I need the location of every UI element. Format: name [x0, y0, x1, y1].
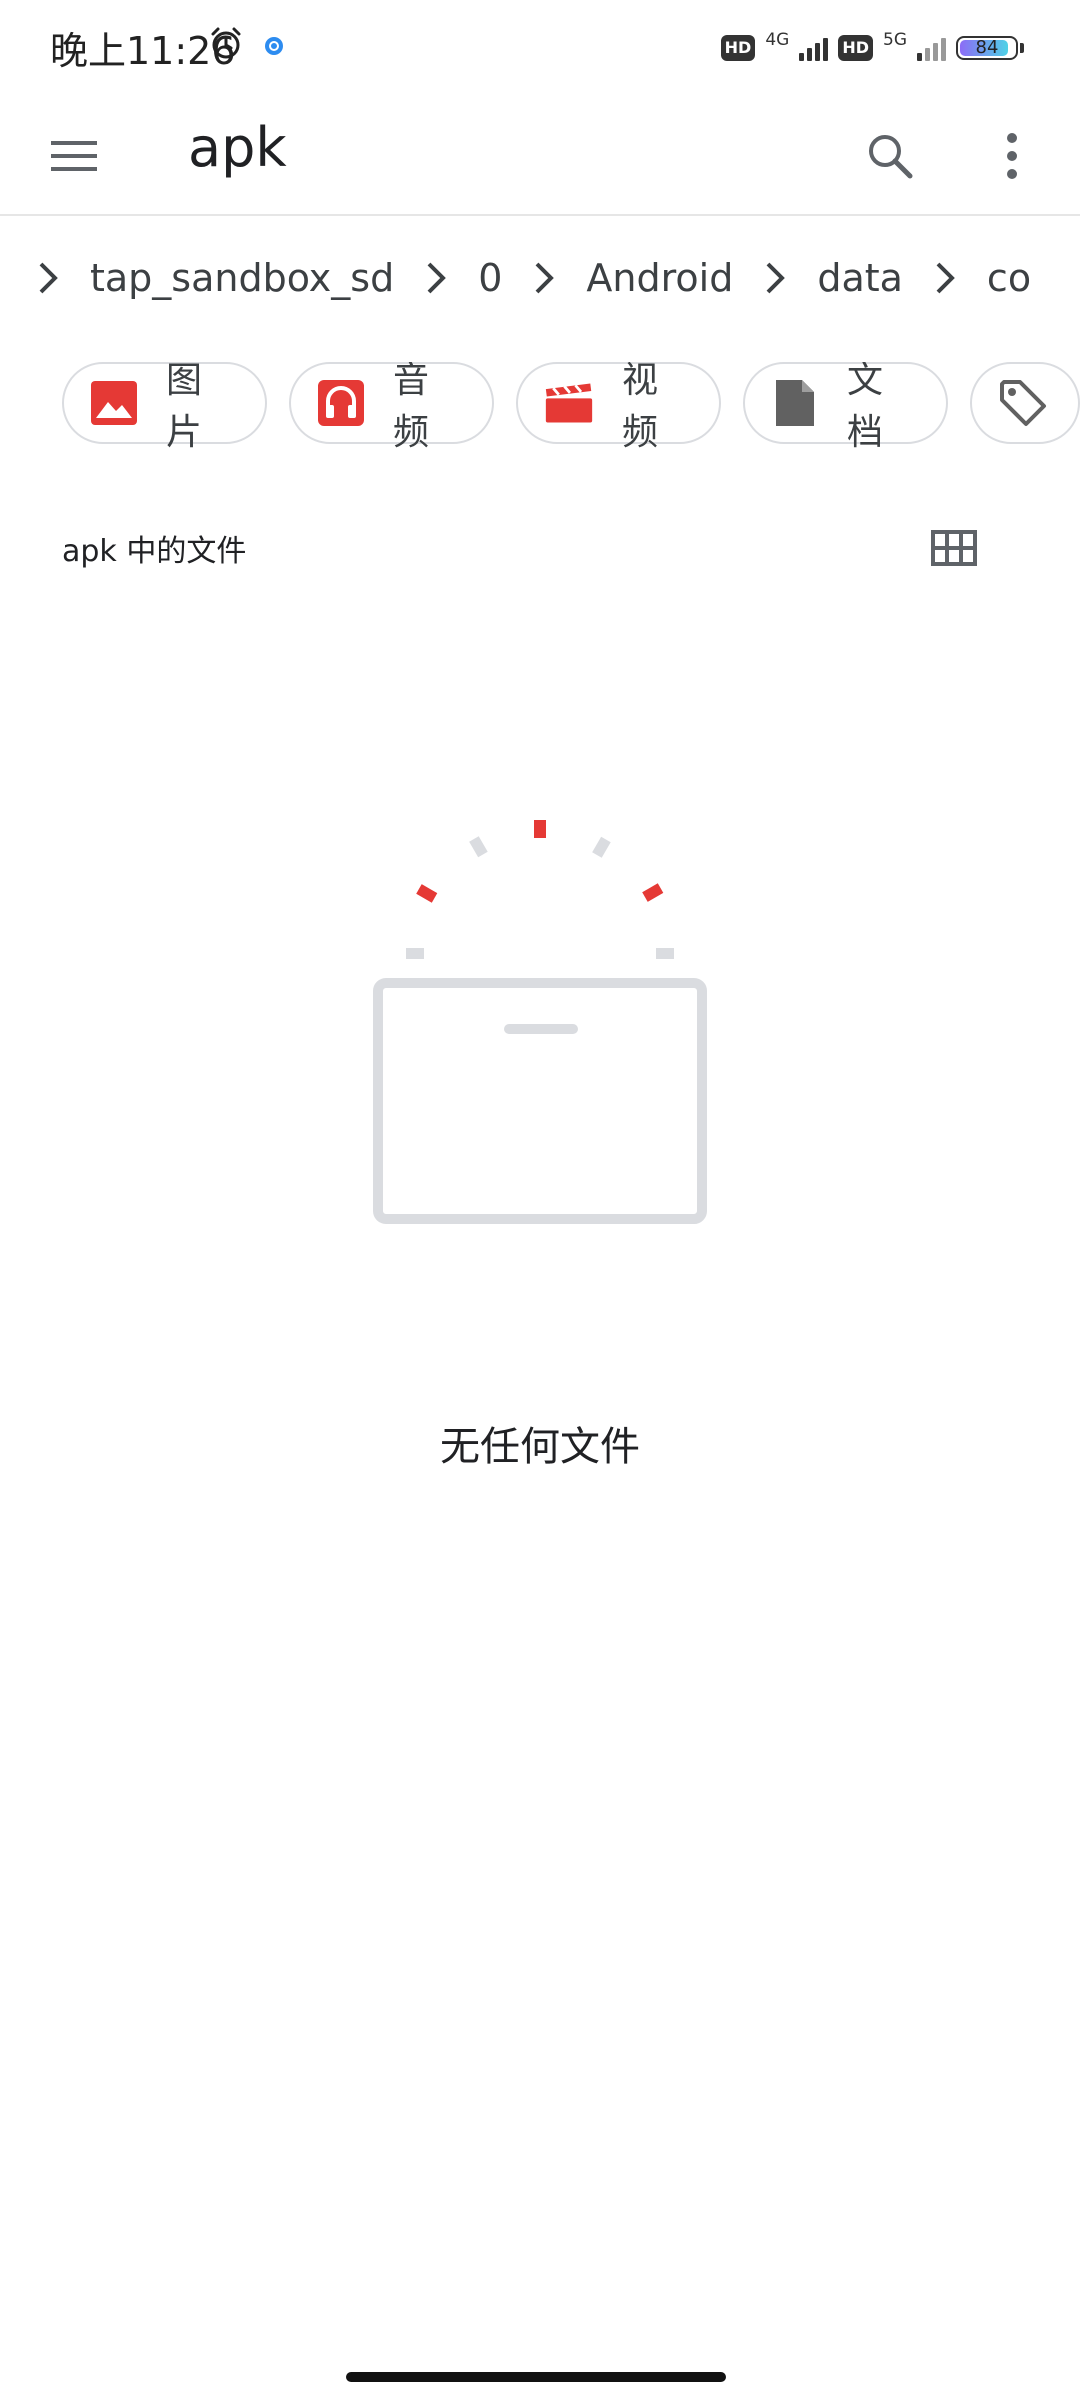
chip-images[interactable]: 图片 [62, 362, 267, 453]
more-options-button[interactable] [978, 122, 1046, 190]
chip-label: 图片 [166, 362, 203, 453]
breadcrumb-item-android[interactable]: Android [586, 252, 733, 304]
home-indicator[interactable] [346, 2372, 726, 2382]
chip-documents[interactable]: 文档 [743, 362, 948, 453]
clapperboard-icon [544, 378, 594, 428]
document-icon [771, 378, 819, 428]
chip-video[interactable]: 视频 [516, 362, 721, 453]
chevron-right-icon [416, 252, 456, 304]
chevron-right-icon [28, 252, 68, 304]
hd-badge: HD [838, 35, 873, 61]
chip-label: 音频 [393, 362, 430, 453]
search-icon [869, 135, 913, 179]
grid-view-icon [931, 530, 977, 566]
status-indicators: HD 4G HD 5G 84 [720, 28, 1024, 68]
hd-badge: HD [720, 35, 756, 61]
section-title: apk 中的文件 [62, 534, 247, 569]
more-vert-icon [1007, 133, 1017, 179]
search-button[interactable] [856, 122, 924, 190]
app-notification-dot-icon [265, 37, 283, 55]
breadcrumb-item-data[interactable]: data [817, 252, 903, 304]
network-type-label: 4G [765, 30, 790, 50]
status-bar: 晚上11:26 HD 4G HD 5G 84 [0, 0, 1080, 92]
chevron-right-icon [524, 252, 564, 304]
empty-folder-illustration [373, 820, 707, 1224]
chip-tags[interactable] [970, 362, 1080, 444]
empty-state-message: 无任何文件 [440, 1424, 640, 1470]
tag-icon [998, 378, 1048, 428]
category-chips: 图片 音频 视频 文档 [0, 362, 1080, 454]
alarm-icon [211, 27, 241, 59]
app-bar: apk [0, 92, 1080, 216]
chip-label: 文档 [846, 362, 883, 453]
breadcrumb: tap_sandbox_sd 0 Android data co [0, 218, 1080, 342]
menu-icon [51, 141, 97, 171]
breadcrumb-item-tap-sandbox-sd[interactable]: tap_sandbox_sd [90, 252, 394, 304]
chevron-right-icon [755, 252, 795, 304]
headphones-icon [317, 378, 365, 428]
grid-view-toggle[interactable] [928, 522, 980, 574]
chip-audio[interactable]: 音频 [289, 362, 494, 453]
menu-button[interactable] [40, 122, 108, 190]
battery-icon: 84 [956, 36, 1018, 60]
battery-cap [1020, 43, 1024, 53]
breadcrumb-item-co[interactable]: co [987, 252, 1031, 304]
signal-icon [917, 35, 946, 61]
breadcrumb-item-0[interactable]: 0 [478, 252, 502, 304]
battery-level: 84 [975, 37, 999, 58]
network-type-label: 5G [883, 30, 907, 50]
page-title: apk [188, 116, 287, 179]
chip-label: 视频 [622, 362, 659, 453]
chevron-right-icon [925, 252, 965, 304]
image-icon [90, 378, 138, 428]
signal-icon [799, 35, 829, 61]
